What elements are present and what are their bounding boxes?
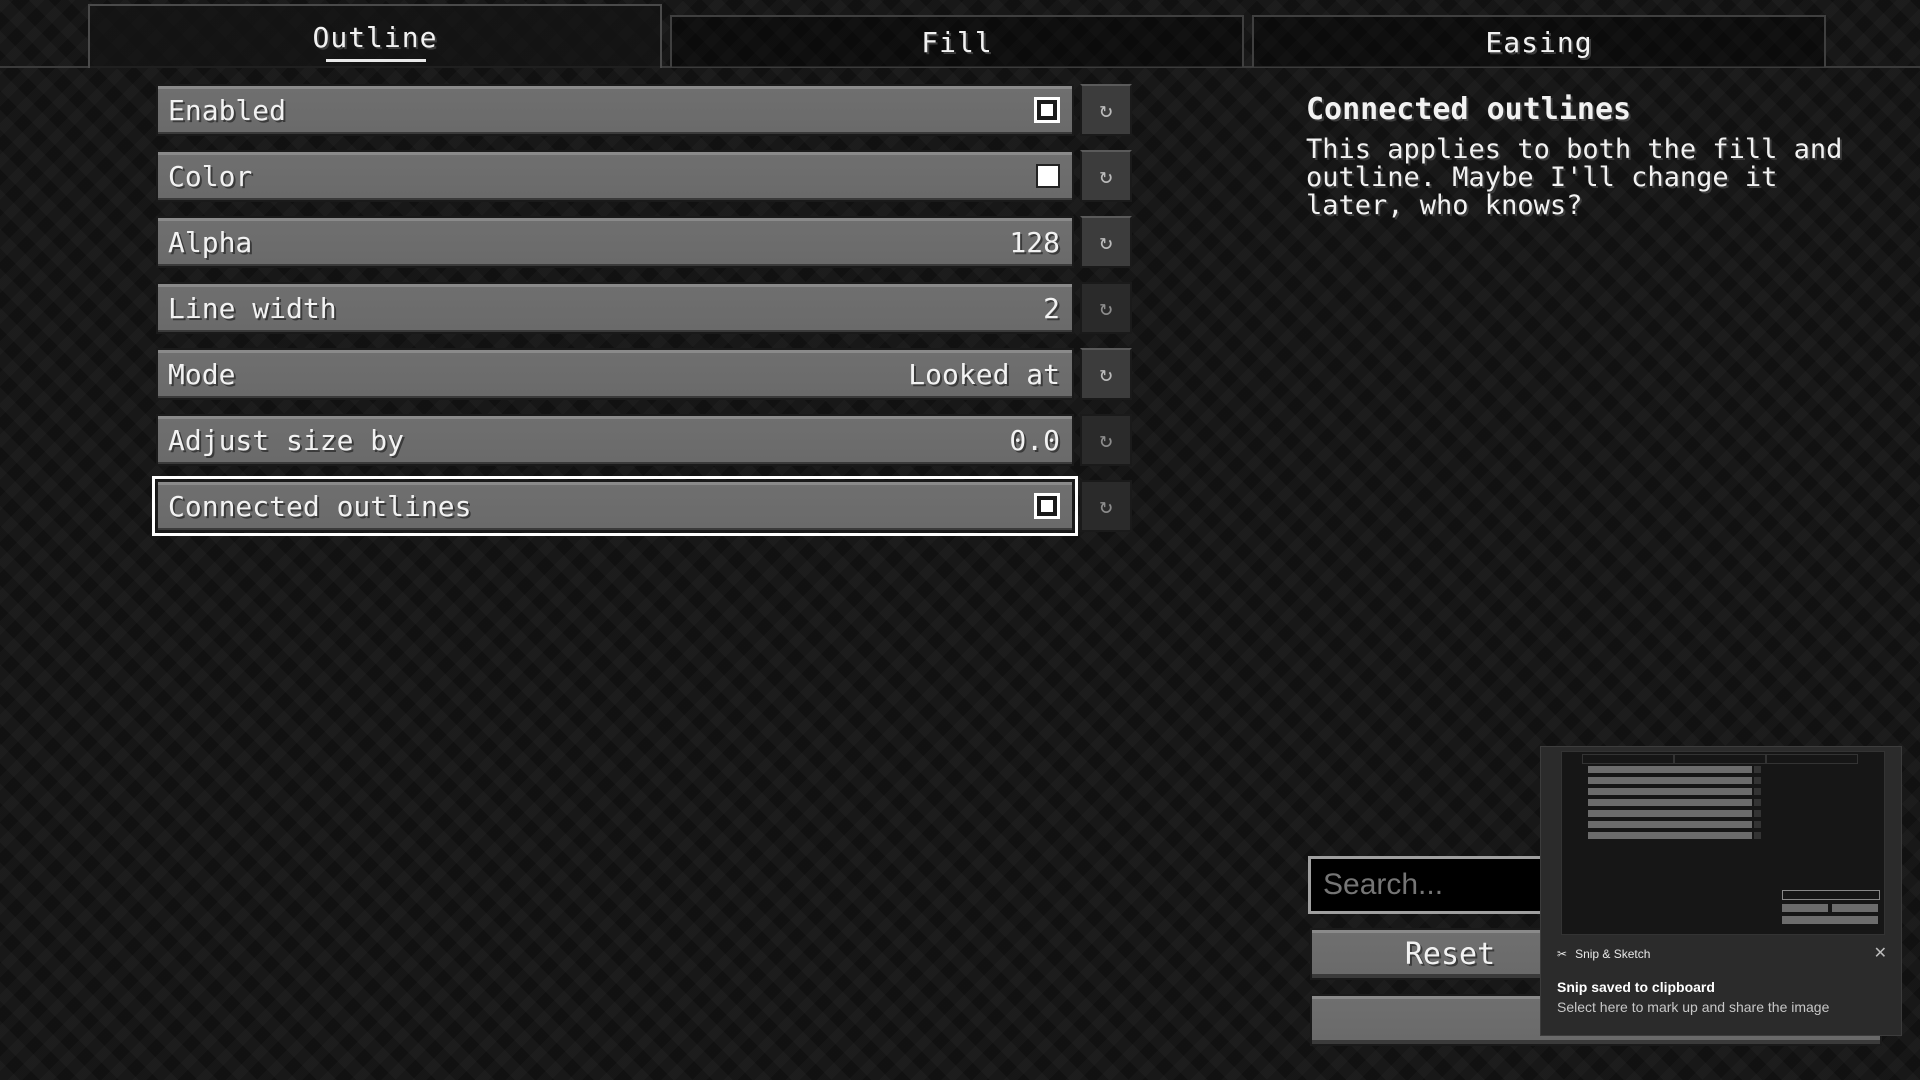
setting-label: Adjust size by xyxy=(168,423,405,457)
preview-reset xyxy=(1754,799,1761,806)
reset-arrow-icon: ↻ xyxy=(1099,361,1113,387)
reset-alpha-button[interactable]: ↻ xyxy=(1080,216,1132,268)
preview-search xyxy=(1782,890,1880,900)
reset-arrow-icon: ↻ xyxy=(1099,493,1113,519)
snip-preview-thumbnail[interactable] xyxy=(1561,751,1885,935)
preview-reset xyxy=(1754,821,1761,828)
reset-line-width-button[interactable]: ↻ xyxy=(1080,282,1132,334)
toast-app-header: ✂ Snip & Sketch xyxy=(1557,947,1650,961)
description-title: Connected outlines xyxy=(1306,92,1632,127)
enabled-checkbox[interactable] xyxy=(1034,97,1060,123)
setting-label: Color xyxy=(168,159,253,193)
reset-arrow-icon: ↻ xyxy=(1099,163,1113,189)
setting-adjust-size-by[interactable]: Adjust size by 0.0 xyxy=(156,414,1074,466)
alpha-value: 128 xyxy=(1009,225,1060,259)
reset-mode-button[interactable]: ↻ xyxy=(1080,348,1132,400)
preview-button xyxy=(1782,916,1878,924)
preview-row xyxy=(1588,766,1752,773)
setting-connected-outlines[interactable]: Connected outlines xyxy=(152,476,1078,536)
reset-adjust-size-button[interactable]: ↻ xyxy=(1080,414,1132,466)
toast-title: Snip saved to clipboard xyxy=(1557,979,1715,995)
preview-row xyxy=(1588,810,1752,817)
reset-connected-outlines-button[interactable]: ↻ xyxy=(1080,480,1132,532)
preview-tab xyxy=(1582,754,1674,764)
reset-button-label: Reset xyxy=(1404,936,1496,972)
setting-alpha[interactable]: Alpha 128 xyxy=(156,216,1074,268)
reset-arrow-icon: ↻ xyxy=(1099,295,1113,321)
preview-button xyxy=(1832,904,1878,912)
preview-row xyxy=(1588,788,1752,795)
reset-arrow-icon: ↻ xyxy=(1099,427,1113,453)
preview-row xyxy=(1588,777,1752,784)
preview-button xyxy=(1782,904,1828,912)
adjust-size-value: 0.0 xyxy=(1009,423,1060,457)
setting-label: Connected outlines xyxy=(168,489,472,523)
preview-reset xyxy=(1754,832,1761,839)
setting-enabled[interactable]: Enabled xyxy=(156,84,1074,136)
preview-tab xyxy=(1674,754,1766,764)
close-icon[interactable]: ✕ xyxy=(1874,943,1887,963)
description-body: This applies to both the fill and outlin… xyxy=(1306,134,1843,221)
setting-mode[interactable]: Mode Looked at xyxy=(156,348,1074,400)
setting-label: Line width xyxy=(168,291,337,325)
toast-app-name: Snip & Sketch xyxy=(1575,947,1651,961)
setting-line-width[interactable]: Line width 2 xyxy=(156,282,1074,334)
connected-outlines-checkbox[interactable] xyxy=(1034,493,1060,519)
preview-reset xyxy=(1754,810,1761,817)
preview-reset xyxy=(1754,777,1761,784)
tab-fill[interactable]: Fill xyxy=(670,15,1244,67)
reset-color-button[interactable]: ↻ xyxy=(1080,150,1132,202)
preview-tab xyxy=(1766,754,1858,764)
preview-row xyxy=(1588,832,1752,839)
color-swatch[interactable] xyxy=(1036,164,1060,188)
setting-label: Mode xyxy=(168,357,236,391)
preview-row xyxy=(1588,799,1752,806)
setting-color[interactable]: Color xyxy=(156,150,1074,202)
tab-outline[interactable]: Outline xyxy=(88,4,662,68)
reset-arrow-icon: ↻ xyxy=(1099,229,1113,255)
preview-reset xyxy=(1754,788,1761,795)
line-width-value: 2 xyxy=(1043,291,1060,325)
toast-body: Select here to mark up and share the ima… xyxy=(1557,999,1830,1015)
preview-reset xyxy=(1754,766,1761,773)
tab-easing-label: Easing xyxy=(1485,25,1593,59)
tab-outline-label: Outline xyxy=(312,20,438,54)
setting-label: Alpha xyxy=(168,225,253,259)
active-tab-underline xyxy=(326,59,426,62)
setting-label: Enabled xyxy=(168,93,287,127)
tab-fill-label: Fill xyxy=(921,25,993,59)
snip-sketch-icon: ✂ xyxy=(1557,947,1568,961)
mode-value: Looked at xyxy=(908,357,1060,391)
preview-row xyxy=(1588,821,1752,828)
reset-arrow-icon: ↻ xyxy=(1099,97,1113,123)
reset-enabled-button[interactable]: ↻ xyxy=(1080,84,1132,136)
snip-toast[interactable]: ✂ Snip & Sketch ✕ Snip saved to clipboar… xyxy=(1540,746,1902,1036)
tab-easing[interactable]: Easing xyxy=(1252,15,1826,67)
